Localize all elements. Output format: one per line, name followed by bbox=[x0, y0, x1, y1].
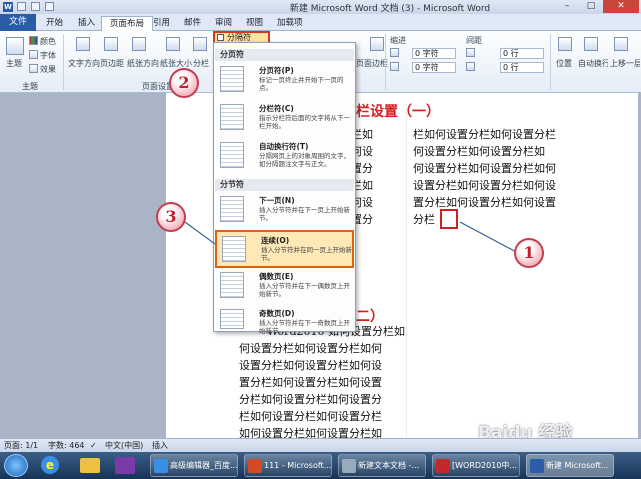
spellcheck-icon[interactable]: ✓ bbox=[90, 439, 97, 452]
notepad-icon bbox=[342, 459, 356, 473]
ie-icon[interactable]: e bbox=[41, 456, 59, 474]
taskbar-app-notepad[interactable]: 新建文本文档 -... bbox=[338, 454, 426, 477]
taskbar-app-label: 111 - Microsoft... bbox=[264, 461, 332, 470]
callout-line-3 bbox=[184, 221, 216, 245]
callout-lines bbox=[184, 221, 521, 255]
taskbar: e 高级编辑器_百度... 111 - Microsoft... 新建文本文档 … bbox=[0, 452, 641, 479]
status-insert-mode[interactable]: 插入 bbox=[152, 439, 168, 452]
taskbar-app-label: 新建 Microsoft... bbox=[546, 461, 609, 470]
word-icon bbox=[530, 459, 544, 473]
taskbar-app-word[interactable]: 新建 Microsoft... bbox=[526, 454, 614, 477]
start-button-icon[interactable] bbox=[4, 454, 28, 477]
folder-icon[interactable] bbox=[80, 458, 100, 473]
status-language[interactable]: 中文(中国) bbox=[105, 439, 143, 452]
callout-circle-3: 3 bbox=[156, 202, 186, 232]
status-words[interactable]: 字数: 464 bbox=[48, 439, 85, 452]
taskbar-app-browser[interactable]: 高级编辑器_百度... bbox=[150, 454, 238, 477]
callout-circle-2: 2 bbox=[169, 68, 199, 98]
taskbar-app-label: 高级编辑器_百度... bbox=[170, 461, 238, 470]
status-page[interactable]: 页面: 1/1 bbox=[4, 439, 38, 452]
status-bar: 页面: 1/1 字数: 464 ✓ 中文(中国) 插入 bbox=[0, 438, 641, 452]
taskbar-app-powerpoint[interactable]: 111 - Microsoft... bbox=[244, 454, 332, 477]
taskbar-app-label: [WORD2010中... bbox=[452, 461, 518, 470]
taskbar-app-label: 新建文本文档 -... bbox=[358, 461, 420, 470]
pdf-icon bbox=[436, 459, 450, 473]
callout-circle-1: 1 bbox=[514, 238, 544, 268]
taskbar-app-pdf[interactable]: [WORD2010中... bbox=[432, 454, 520, 477]
sogou-icon bbox=[154, 459, 168, 473]
powerpoint-icon bbox=[248, 459, 262, 473]
vs-icon[interactable] bbox=[115, 457, 135, 474]
callout-line-1 bbox=[459, 221, 521, 255]
